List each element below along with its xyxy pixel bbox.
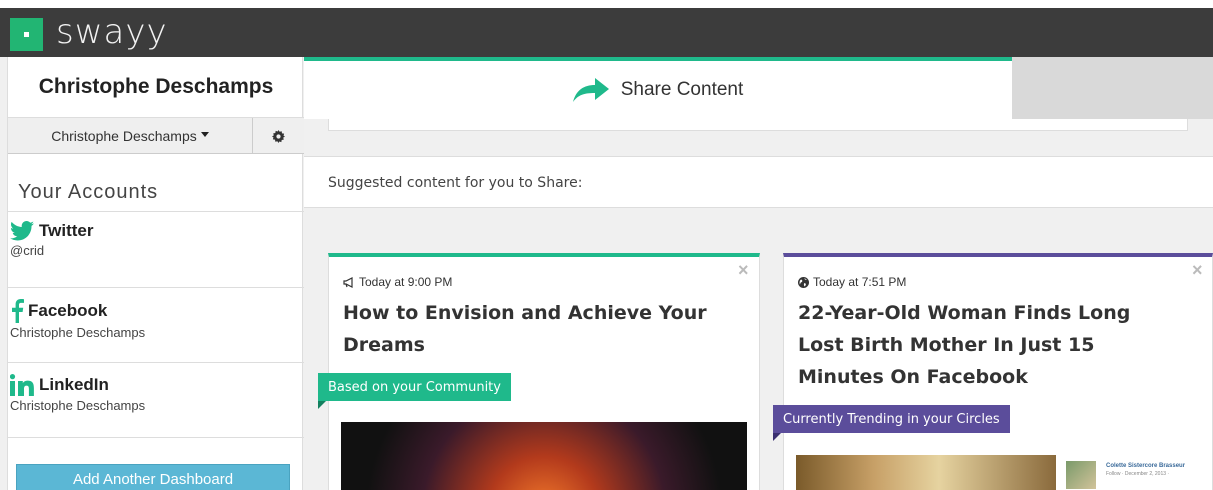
card-time-text: Today at 7:51 PM bbox=[813, 275, 907, 289]
compose-box[interactable] bbox=[328, 119, 1188, 131]
account-handle: Christophe Deschamps bbox=[10, 325, 146, 340]
account-linkedin[interactable]: LinkedIn Christophe Deschamps bbox=[10, 374, 300, 413]
logo-text[interactable]: swayy bbox=[56, 12, 168, 52]
card-image[interactable] bbox=[341, 422, 747, 490]
divider bbox=[8, 211, 304, 212]
user-dropdown[interactable]: Christophe Deschamps bbox=[8, 118, 253, 154]
linkedin-icon bbox=[10, 374, 34, 396]
account-network: Twitter bbox=[39, 221, 94, 240]
sidebar: Christophe Deschamps Christophe Deschamp… bbox=[7, 57, 304, 490]
card-time: Today at 7:51 PM bbox=[798, 275, 906, 289]
tab-inactive[interactable] bbox=[1012, 57, 1213, 119]
account-twitter[interactable]: Twitter @crid bbox=[10, 221, 300, 258]
logo-icon[interactable] bbox=[10, 18, 43, 51]
account-facebook[interactable]: Facebook Christophe Deschamps bbox=[10, 299, 300, 340]
caret-down-icon bbox=[200, 131, 209, 137]
divider bbox=[8, 362, 304, 363]
card-tag: Based on your Community bbox=[318, 373, 511, 409]
card-title-line: How to Envision and Achieve Your bbox=[343, 302, 707, 324]
card-title-line: Minutes On Facebook bbox=[798, 366, 1028, 388]
tab-bar: Share Content bbox=[304, 57, 1213, 119]
close-icon[interactable]: × bbox=[1192, 260, 1203, 281]
thumbnail-meta: Follow · December 2, 2013 · bbox=[1106, 471, 1170, 477]
account-network: Facebook bbox=[28, 301, 108, 320]
suggested-header: Suggested content for you to Share: bbox=[304, 156, 1213, 208]
settings-button[interactable] bbox=[253, 118, 304, 154]
share-arrow-icon bbox=[572, 78, 609, 102]
card-time-text: Today at 9:00 PM bbox=[359, 275, 453, 289]
card-title[interactable]: 22-Year-Old Woman Finds Long Lost Birth … bbox=[798, 297, 1130, 393]
megaphone-icon bbox=[343, 276, 353, 288]
card-image[interactable] bbox=[796, 455, 1056, 490]
facebook-icon bbox=[12, 299, 24, 323]
content-card[interactable]: × Today at 9:00 PM How to Envision and A… bbox=[328, 253, 760, 490]
content-card[interactable]: × Today at 7:51 PM 22-Year-Old Woman Fin… bbox=[783, 253, 1213, 490]
user-dropdown-label: Christophe Deschamps bbox=[51, 128, 197, 144]
divider bbox=[8, 287, 304, 288]
user-bar: Christophe Deschamps bbox=[8, 118, 304, 154]
gear-icon bbox=[272, 129, 285, 143]
close-icon[interactable]: × bbox=[738, 260, 749, 281]
thumbnail-name: Colette Sistercore Brasseur bbox=[1106, 463, 1186, 469]
suggested-label: Suggested content for you to Share: bbox=[328, 175, 583, 191]
top-bar: swayy bbox=[0, 0, 1213, 57]
tab-share-content[interactable]: Share Content bbox=[304, 57, 1012, 119]
card-title-line: 22-Year-Old Woman Finds Long bbox=[798, 302, 1131, 324]
divider bbox=[8, 437, 304, 438]
user-name: Christophe Deschamps bbox=[8, 57, 304, 118]
accounts-title: Your Accounts bbox=[18, 181, 159, 203]
thumbnail-avatar bbox=[1066, 461, 1096, 489]
card-title-line: Dreams bbox=[343, 334, 425, 356]
card-tag: Currently Trending in your Circles bbox=[773, 405, 1010, 441]
account-network: LinkedIn bbox=[39, 375, 109, 394]
account-handle: @crid bbox=[10, 243, 45, 258]
twitter-icon bbox=[10, 221, 34, 241]
add-dashboard-button[interactable]: Add Another Dashboard bbox=[16, 464, 290, 490]
card-title[interactable]: How to Envision and Achieve Your Dreams bbox=[343, 297, 707, 361]
tab-label: Share Content bbox=[620, 79, 744, 100]
globe-icon bbox=[798, 276, 809, 288]
account-handle: Christophe Deschamps bbox=[10, 398, 146, 413]
card-time: Today at 9:00 PM bbox=[343, 275, 452, 289]
card-title-line: Lost Birth Mother In Just 15 bbox=[798, 334, 1095, 356]
